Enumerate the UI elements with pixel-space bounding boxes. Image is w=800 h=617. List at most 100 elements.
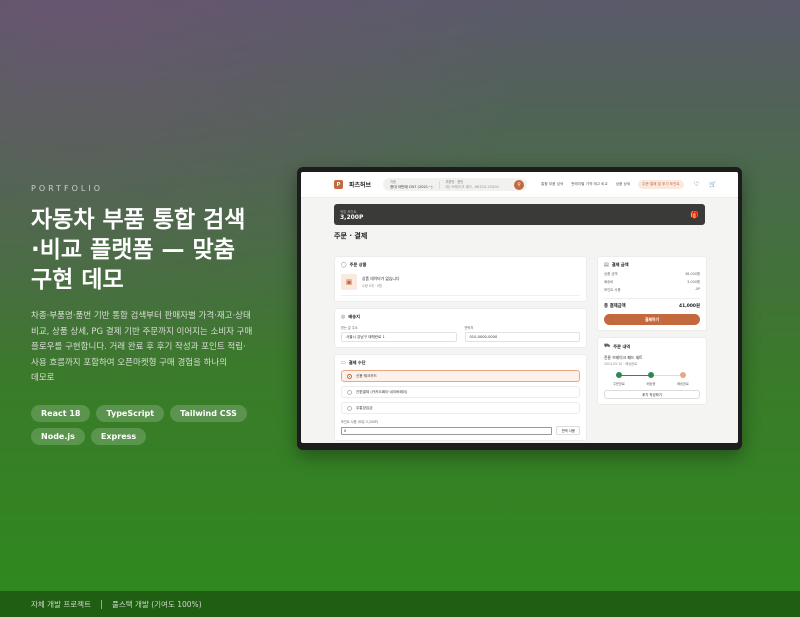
- search-icon[interactable]: ⚲: [514, 179, 525, 190]
- tech-tags: React 18 TypeScript Tailwind CSS Node.js…: [31, 404, 251, 445]
- eyebrow: PORTFOLIO: [31, 184, 103, 193]
- receipt-icon: ▤: [604, 262, 609, 268]
- shipping-title: ◎ 배송지: [341, 314, 580, 320]
- desc-line: 플로우를 구현합니다. 거래 완료 후 후기 작성과 포인트 적립·: [31, 342, 246, 352]
- hero-section: PORTFOLIO 자동차 부품 통합 검색 ·비교 플랫폼 — 맞춤 구현 데…: [31, 184, 271, 445]
- hero-title-line: ·비교 플랫폼 — 맞춤: [31, 237, 235, 263]
- payment-option-bank[interactable]: 무통장입금: [341, 402, 580, 414]
- summary-row-label: 포인트 사용: [604, 288, 621, 292]
- payment-option-card[interactable]: 신용·체크카드: [341, 370, 580, 382]
- step-shipping: 배송중: [636, 372, 666, 386]
- page-title: 주문 · 결제: [334, 232, 368, 240]
- summary-row-value: -0P: [694, 287, 700, 291]
- menu-item-order[interactable]: 주문·결제 및 후기 포인트: [638, 180, 684, 189]
- order-main: ◯ 주문 상품 ▣ 상품 데이터가 없습니다 수량 0개 · 0원 ◎ 배송지: [334, 256, 587, 443]
- summary-row: 상품 금액 38,000원: [604, 271, 700, 276]
- main-menu: 통합 부품 검색 판매자별 가격·재고 비교 상품 상세 주문·결제 및 후기 …: [541, 180, 684, 189]
- summary-row: 배송비 3,000원: [604, 279, 700, 284]
- menu-item-search[interactable]: 통합 부품 검색: [541, 182, 563, 187]
- payment-option-label: 신용·체크카드: [356, 373, 377, 378]
- box-icon: ◯: [341, 262, 347, 268]
- payment-title: ▭ 결제 수단: [341, 360, 580, 366]
- points-use-row: 0 전액 사용: [341, 426, 580, 435]
- summary-total: 총 결제금액 41,000원: [604, 298, 700, 309]
- menu-item-detail[interactable]: 상품 상세: [616, 182, 630, 187]
- logo-icon: P: [334, 180, 343, 189]
- hero-title-line: 구현 데모: [31, 267, 124, 293]
- history-item-date: 2024.05.10 · 배송완료: [604, 362, 638, 366]
- payment-option-easypay[interactable]: 간편결제 (카카오페이·네이버페이): [341, 386, 580, 398]
- order-item-title-text: 주문 상품: [349, 262, 367, 267]
- heart-icon[interactable]: ♡: [694, 181, 699, 188]
- search-divider: [438, 180, 440, 189]
- step-ordered: 주문완료: [604, 372, 634, 386]
- phone-label: 연락처: [464, 326, 474, 330]
- hero-description: 차종·부품명·품번 기반 통합 검색부터 판매자별 가격·재고·상태 비교, 상…: [31, 309, 271, 387]
- payment-card: ▭ 결제 수단 신용·체크카드 간편결제 (카카오페이·네이버페이) 무통장입금…: [334, 354, 587, 441]
- product-sub: 수량 0개 · 0원: [362, 284, 382, 288]
- summary-title-text: 결제 금액: [611, 262, 629, 267]
- order-item-title: ◯ 주문 상품: [341, 262, 580, 268]
- vehicle-select[interactable]: 차종 현대 아반떼 CN7 (2021~): [390, 180, 432, 189]
- cart-icon[interactable]: 🛒: [709, 181, 716, 188]
- payment-option-label: 무통장입금: [356, 405, 373, 410]
- payment-option-label: 간편결제 (카카오페이·네이버페이): [356, 389, 408, 394]
- app-header: P 파츠허브 차종 현대 아반떼 CN7 (2021~) 부품명 · 품번 예)…: [301, 172, 738, 198]
- shipping-title-text: 배송지: [348, 314, 360, 319]
- desc-line: 사용 흐름까지 포함하여 오픈마켓형 구매 경험을 하나의: [31, 357, 228, 368]
- part-search-input[interactable]: 부품명 · 품번 예) 브레이크 패드, 86320-2S000: [446, 180, 499, 189]
- radio-icon: [347, 389, 352, 395]
- product-name: 상품 데이터가 없습니다: [362, 276, 400, 281]
- gift-icon: 🎁: [690, 210, 699, 219]
- address-input[interactable]: 서울시 강남구 테헤란로 1: [341, 332, 457, 342]
- address-field-group: 받는 분 주소 서울시 강남구 테헤란로 1: [341, 325, 457, 342]
- summary-title: ▤ 결제 금액: [604, 262, 700, 268]
- points-use-input[interactable]: 0: [341, 426, 553, 435]
- phone-input[interactable]: 010-0000-0000: [464, 332, 580, 342]
- summary-row-label: 배송비: [604, 280, 614, 284]
- step-delivered: 배송완료: [668, 372, 698, 386]
- step-dot-icon: [616, 372, 622, 378]
- menu-item-compare[interactable]: 판매자별 가격·재고 비교: [571, 182, 608, 187]
- desc-line: 차종·부품명·품번 기반 통합 검색부터 판매자별 가격·재고·상태: [31, 311, 251, 321]
- laptop-mockup: P 파츠허브 차종 현대 아반떼 CN7 (2021~) 부품명 · 품번 예)…: [297, 167, 742, 450]
- shipping-card: ◎ 배송지 받는 분 주소 서울시 강남구 테헤란로 1 연락처 010-000…: [334, 308, 587, 348]
- truck-icon: ⛟: [604, 343, 611, 349]
- card-icon: ▭: [341, 360, 346, 366]
- monitor-icon: ▣: [341, 274, 357, 290]
- footer: 자체 개발 프로젝트 풀스택 개발 (기여도 100%): [0, 591, 800, 617]
- desc-line: 데모로: [31, 373, 55, 383]
- radio-icon: [347, 405, 352, 411]
- address-label: 받는 분 주소: [341, 326, 358, 330]
- radio-icon: [347, 373, 352, 379]
- step-dot-icon: [680, 372, 686, 378]
- tech-tag: Node.js: [31, 427, 85, 445]
- delivery-steps: 주문완료 배송중 배송완료: [604, 372, 700, 388]
- tech-tag: Express: [90, 427, 147, 445]
- summary-row: 포인트 사용 -0P: [604, 287, 700, 292]
- history-title-text: 주문 내역: [613, 343, 631, 349]
- summary-row-value: 3,000원: [687, 280, 700, 284]
- step-label: 배송중: [646, 382, 656, 386]
- step-label: 주문완료: [613, 382, 625, 386]
- order-item-card: ◯ 주문 상품 ▣ 상품 데이터가 없습니다 수량 0개 · 0원: [334, 256, 587, 302]
- history-card: ⛟ 주문 내역 전륜 브레이크 패드 세트 2024.05.10 · 배송완료 …: [597, 337, 707, 405]
- tech-tag: Tailwind CSS: [170, 404, 247, 422]
- step-dot-icon: [648, 372, 654, 378]
- pay-button[interactable]: 결제하기: [604, 314, 700, 325]
- footer-right: 풀스택 개발 (기여도 100%): [111, 599, 202, 609]
- use-all-button[interactable]: 전액 사용: [556, 426, 580, 435]
- phone-field-group: 연락처 010-0000-0000: [464, 325, 580, 342]
- vehicle-value: 현대 아반떼 CN7 (2021~): [390, 184, 433, 189]
- summary-card: ▤ 결제 금액 상품 금액 38,000원 배송비 3,000원 포인트 사용 …: [597, 256, 707, 331]
- search-bar: 차종 현대 아반떼 CN7 (2021~) 부품명 · 품번 예) 브레이크 패…: [383, 178, 528, 191]
- summary-row-label: 상품 금액: [604, 272, 618, 276]
- summary-row-value: 38,000원: [685, 272, 700, 276]
- product-row: ▣ 상품 데이터가 없습니다 수량 0개 · 0원: [341, 274, 580, 296]
- points-banner: 적립 포인트 3,200P 🎁: [334, 204, 705, 225]
- logo-text[interactable]: 파츠허브: [349, 180, 371, 189]
- points-value: 3,200P: [340, 213, 364, 221]
- payment-title-text: 결제 수단: [348, 360, 366, 365]
- tech-tag: TypeScript: [96, 404, 165, 422]
- write-review-button[interactable]: 후기 작성하기: [604, 390, 700, 399]
